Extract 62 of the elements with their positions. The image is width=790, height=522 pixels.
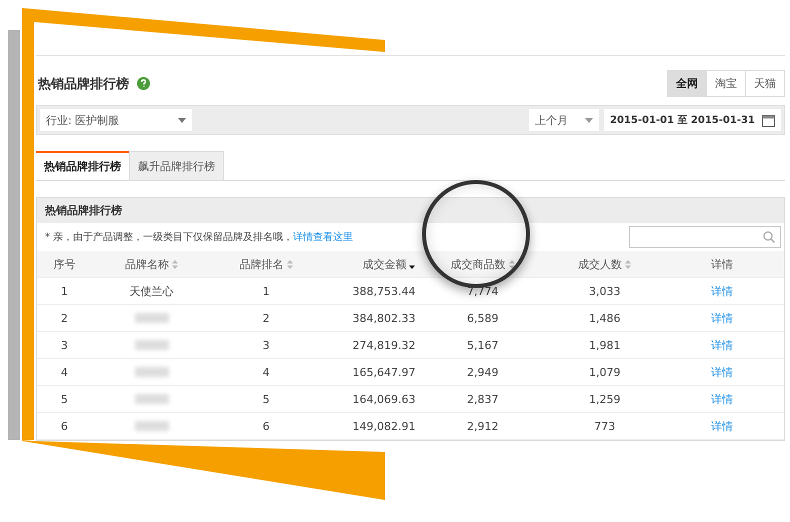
table-cell: 274,819.32 — [352, 338, 416, 352]
table-cell: 2,949 — [466, 366, 498, 378]
column-header[interactable]: 详情 — [660, 256, 784, 272]
table-cell: 2 — [262, 312, 270, 324]
details-link[interactable]: 详情 — [710, 310, 733, 326]
caret-icon — [585, 118, 593, 122]
blurred-text — [134, 340, 169, 350]
table-cell: 5 — [262, 392, 270, 406]
blurred-text — [134, 313, 169, 323]
help-icon[interactable] — [137, 77, 150, 90]
table-cell: 1 — [60, 284, 68, 298]
blurred-text — [134, 421, 169, 431]
source-tab[interactable]: 全网 — [668, 71, 706, 96]
table-cell: 384,802.33 — [352, 312, 416, 324]
column-header[interactable]: 序号 — [37, 256, 92, 272]
page-title: 热销品牌排行榜 — [38, 76, 129, 92]
table-cell: 3,033 — [588, 284, 620, 298]
table-cell: 6 — [262, 420, 270, 432]
notice-text: * 亲，由于产品调整，一级类目下仅保留品牌及排名哦，详情查看这里 — [45, 230, 354, 244]
panel-header: 热销品牌排行榜 — [37, 198, 784, 223]
table-cell: 5 — [60, 392, 68, 406]
table-cell: 4 — [60, 366, 68, 378]
search-icon — [763, 231, 775, 243]
details-link[interactable]: 详情 — [710, 392, 733, 406]
column-header[interactable]: 品牌名称 — [92, 256, 212, 272]
details-link[interactable]: 详情 — [710, 418, 733, 434]
date-range-field[interactable]: 2015-01-01 至 2015-01-31 — [604, 109, 781, 131]
column-header[interactable]: 成交金额 — [320, 256, 416, 272]
table-cell: 164,069.63 — [352, 392, 416, 406]
period-select[interactable]: 上个月 — [529, 109, 599, 131]
blurred-text — [134, 394, 169, 404]
table-cell: 1,486 — [588, 312, 620, 324]
table-cell: 2,912 — [466, 420, 498, 432]
table-cell: 388,753.44 — [352, 284, 416, 298]
table-cell: 4 — [262, 366, 270, 378]
table-cell: 149,082.91 — [352, 420, 416, 432]
column-header[interactable]: 品牌排名 — [211, 256, 321, 272]
column-header[interactable]: 成交人数 — [550, 256, 660, 272]
details-link[interactable]: 详情 — [710, 364, 733, 380]
blurred-text — [134, 367, 169, 377]
table-cell: 天使兰心 — [130, 284, 174, 298]
industry-select[interactable]: 行业: 医护制服 — [40, 109, 192, 131]
table-cell: 773 — [594, 420, 616, 432]
column-header[interactable]: 成交商品数 — [415, 256, 550, 272]
table-cell: 1,079 — [588, 366, 620, 378]
table-cell: 2 — [60, 312, 68, 324]
details-link[interactable]: 详情 — [710, 338, 733, 352]
table-cell: 3 — [262, 338, 270, 352]
table-cell: 6,589 — [466, 312, 498, 324]
details-link[interactable]: 详情 — [710, 284, 733, 298]
table-cell: 3 — [60, 338, 68, 352]
table-cell: 1,259 — [588, 392, 620, 406]
table-cell: 2,837 — [466, 392, 498, 406]
table-cell: 1,981 — [588, 338, 620, 352]
table-cell: 5,167 — [466, 338, 498, 352]
table-cell: 6 — [60, 420, 68, 432]
table-cell: 165,647.97 — [352, 366, 416, 378]
caret-icon — [178, 118, 186, 122]
table-cell: 1 — [262, 284, 270, 298]
calendar-icon — [762, 114, 775, 126]
ranking-tab[interactable]: 飙升品牌排行榜 — [129, 151, 224, 180]
search-field[interactable] — [629, 226, 781, 248]
